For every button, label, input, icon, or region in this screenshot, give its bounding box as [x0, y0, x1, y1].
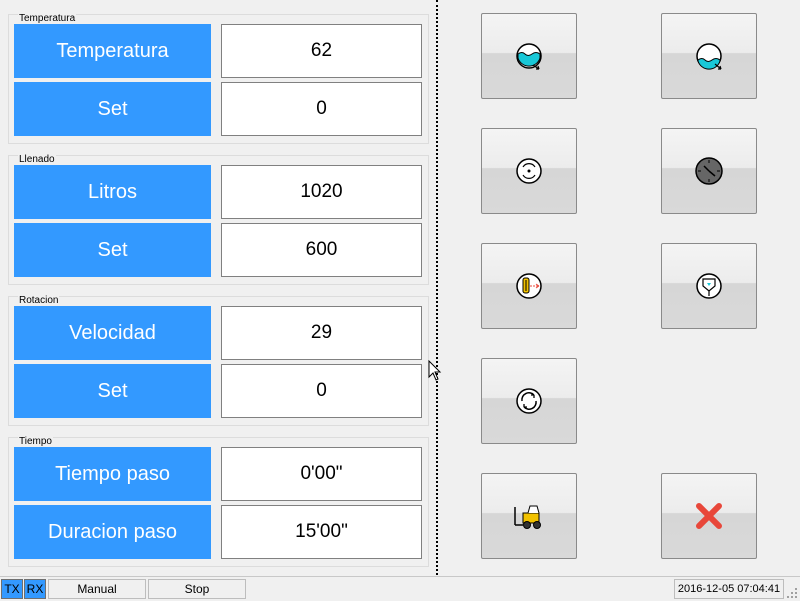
forklift-icon: [514, 505, 541, 529]
close-icon: [696, 503, 722, 529]
rotation-icon: [516, 158, 542, 184]
row-duracion-paso: Duracion paso 15'00": [14, 505, 422, 559]
group-temperatura: Temperatura Temperatura 62 Set 0: [8, 13, 429, 144]
row-velocidad: Velocidad 29: [14, 306, 422, 360]
tiempo-paso-value-field[interactable]: 0'00": [221, 447, 422, 501]
parameter-panel: Temperatura Temperatura 62 Set 0 Llenado…: [0, 0, 436, 575]
velocidad-set-label: Set: [14, 364, 211, 418]
tiempo-paso-label: Tiempo paso: [14, 447, 211, 501]
row-litros: Litros 1020: [14, 165, 422, 219]
clock-button[interactable]: [661, 128, 757, 214]
unload-button[interactable]: [481, 473, 577, 559]
row-litros-set: Set 600: [14, 223, 422, 277]
row-tiempo-paso: Tiempo paso 0'00": [14, 447, 422, 501]
temperatura-set-field[interactable]: 0: [221, 82, 422, 136]
mode-status: Manual: [48, 579, 146, 599]
temperatura-label: Temperatura: [14, 24, 211, 78]
litros-label: Litros: [14, 165, 211, 219]
mouse-cursor-icon: [428, 360, 442, 381]
clock-icon: [695, 157, 723, 185]
rotation-button[interactable]: [481, 128, 577, 214]
run-state-status: Stop: [148, 579, 246, 599]
resize-grip-icon[interactable]: [786, 587, 798, 599]
group-llenado: Llenado Litros 1020 Set 600: [8, 154, 429, 285]
group-rotacion: Rotacion Velocidad 29 Set 0: [8, 295, 429, 426]
spin-button[interactable]: [481, 358, 577, 444]
heater-icon: [516, 273, 542, 299]
rx-indicator: RX: [24, 579, 46, 599]
panel-divider: [436, 0, 438, 575]
water-fill-button[interactable]: [481, 13, 577, 99]
datetime-display: 2016-12-05 07:04:41: [674, 579, 784, 599]
duracion-paso-label: Duracion paso: [14, 505, 211, 559]
water-drain-button[interactable]: [661, 13, 757, 99]
litros-set-label: Set: [14, 223, 211, 277]
litros-value-field[interactable]: 1020: [221, 165, 422, 219]
water-drain-icon: [696, 43, 722, 70]
tx-indicator: TX: [1, 579, 23, 599]
row-temperatura-set: Set 0: [14, 82, 422, 136]
temperatura-set-label: Set: [14, 82, 211, 136]
spin-icon: [516, 388, 542, 414]
velocidad-value-field[interactable]: 29: [221, 306, 422, 360]
temperatura-value-field[interactable]: 62: [221, 24, 422, 78]
row-velocidad-set: Set 0: [14, 364, 422, 418]
litros-set-field[interactable]: 600: [221, 223, 422, 277]
row-temperatura: Temperatura 62: [14, 24, 422, 78]
duracion-paso-value-field[interactable]: 15'00": [221, 505, 422, 559]
velocidad-label: Velocidad: [14, 306, 211, 360]
group-tiempo: Tiempo Tiempo paso 0'00" Duracion paso 1…: [8, 436, 429, 567]
dispenser-button[interactable]: [661, 243, 757, 329]
velocidad-set-field[interactable]: 0: [221, 364, 422, 418]
water-fill-icon: [516, 43, 542, 70]
heater-button[interactable]: [481, 243, 577, 329]
close-button[interactable]: [661, 473, 757, 559]
status-bar: TX RX Manual Stop 2016-12-05 07:04:41: [0, 576, 800, 601]
dispenser-icon: [696, 273, 722, 299]
